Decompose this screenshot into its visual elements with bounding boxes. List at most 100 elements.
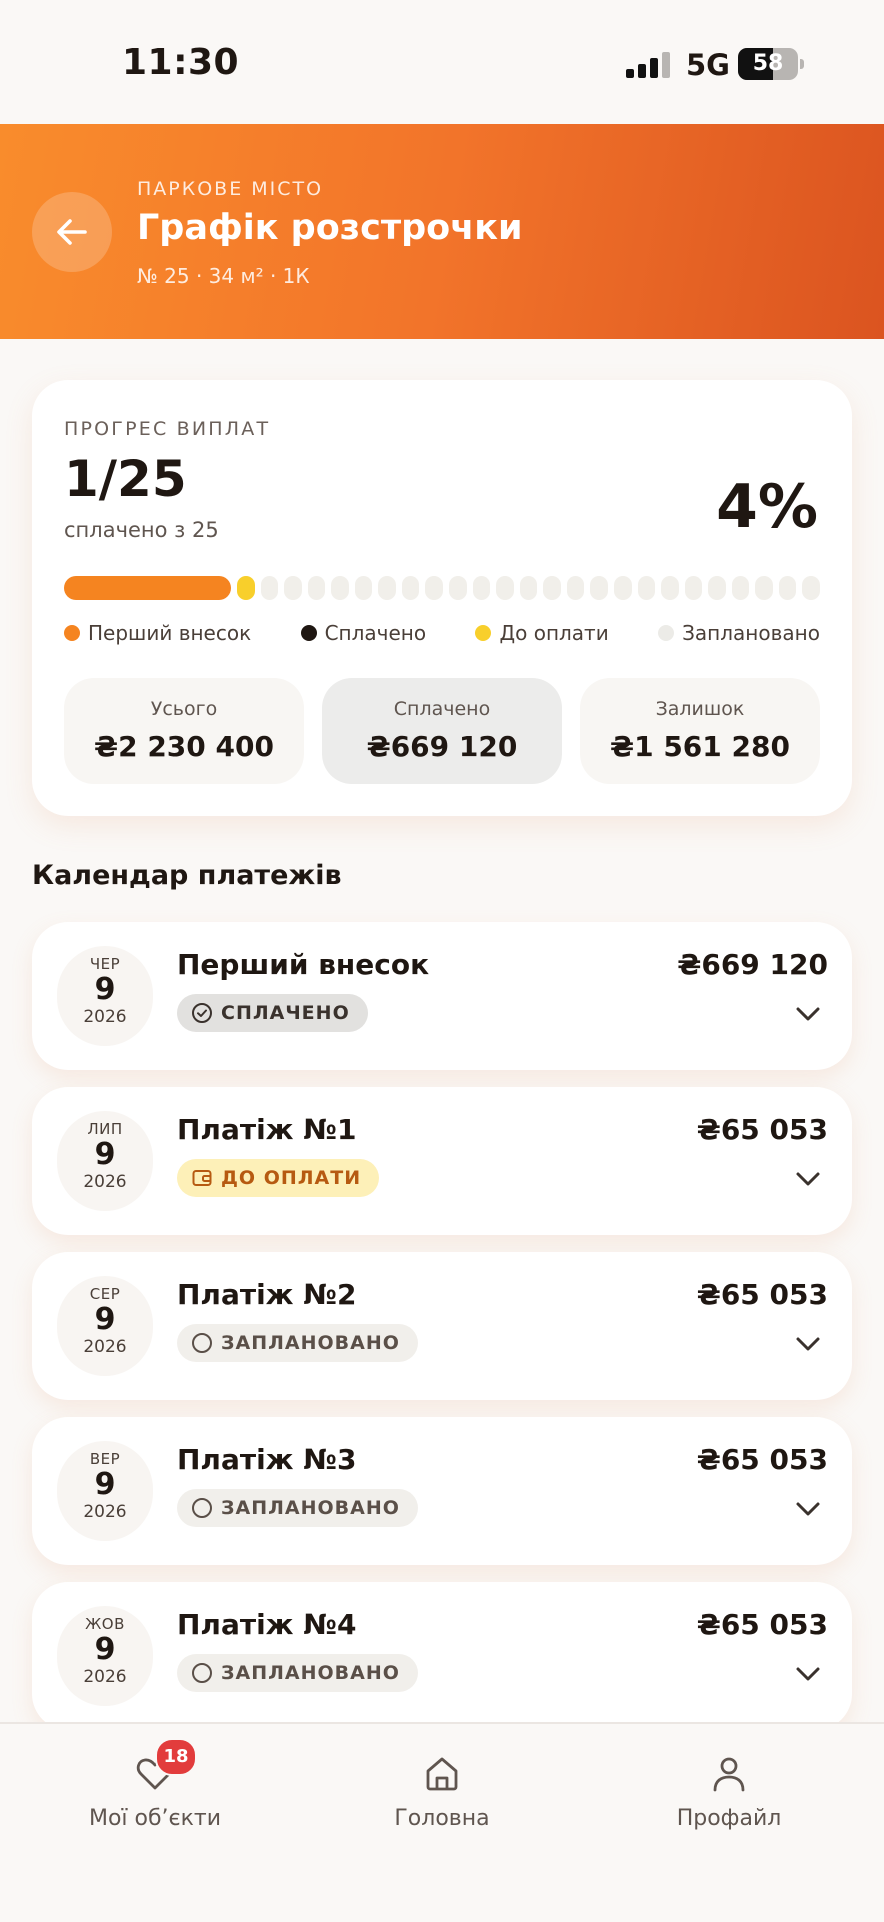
date-badge: ЛИП 9 2026 [57, 1111, 153, 1211]
date-year: 2026 [83, 1667, 127, 1687]
circle-icon [192, 1333, 212, 1353]
legend-paid: Сплачено [300, 621, 426, 645]
stat-value: ₴2 230 400 [94, 730, 274, 763]
bottom-navigation: 18 Мої об’єкти Головна Профайл [0, 1722, 884, 1922]
legend-first-deposit: Перший внесок [64, 621, 251, 645]
segment-planned [684, 576, 703, 600]
payment-row[interactable]: ВЕР 9 2026 Платіж №3 ЗАПЛАНОВАНО ₴65 053 [32, 1417, 852, 1565]
segment-planned [378, 576, 396, 600]
segment-planned [778, 576, 797, 600]
segment-planned [708, 576, 726, 600]
date-day: 9 [94, 1467, 116, 1502]
date-month: ЛИП [87, 1120, 123, 1138]
payment-row[interactable]: ЖОВ 9 2026 Платіж №4 ЗАПЛАНОВАНО ₴65 053 [32, 1582, 852, 1730]
progress-legend: Перший внесок Сплачено До оплати Заплано… [64, 618, 820, 648]
date-day: 9 [94, 1137, 116, 1172]
stat-value: ₴669 120 [366, 730, 518, 763]
home-icon [426, 1757, 458, 1791]
nav-profile[interactable]: Профайл [609, 1754, 849, 1831]
status-bar: 11:30 5G 58 [0, 0, 884, 124]
page-header: ПАРКОВЕ МІСТО Графік розстрочки № 25 · 3… [0, 124, 884, 339]
circle-icon [192, 1663, 212, 1683]
segment-planned [519, 576, 538, 600]
stat-label: Усього [150, 698, 218, 720]
calendar-title: Календар платежів [32, 860, 342, 891]
date-year: 2026 [83, 1172, 127, 1192]
arrow-left-icon [57, 219, 87, 245]
status-badge: ЗАПЛАНОВАНО [177, 1654, 418, 1692]
chevron-down-icon[interactable] [794, 1334, 822, 1354]
stat-value: ₴1 561 280 [610, 730, 790, 763]
date-month: ЧЕР [89, 955, 121, 973]
payment-amount: ₴669 120 [677, 948, 828, 981]
segment-due [237, 576, 255, 600]
status-badge: ЗАПЛАНОВАНО [177, 1324, 418, 1362]
legend-dot [64, 625, 80, 641]
segment-planned [731, 576, 750, 600]
segment-planned [637, 576, 656, 600]
nav-label: Головна [394, 1806, 490, 1831]
legend-label: Перший внесок [88, 621, 252, 645]
payment-amount: ₴65 053 [696, 1608, 828, 1641]
status-text: ЗАПЛАНОВАНО [221, 1662, 400, 1684]
notification-badge: 18 [155, 1738, 197, 1776]
nav-label: Профайл [676, 1806, 782, 1831]
progress-segments [64, 576, 820, 600]
date-year: 2026 [83, 1502, 127, 1522]
progress-percent: 4% [716, 472, 818, 542]
status-badge: СПЛАЧЕНО [177, 994, 368, 1032]
legend-label: Заплановано [682, 621, 820, 645]
stat-total[interactable]: Усього ₴2 230 400 [64, 678, 304, 784]
nav-home[interactable]: Головна [322, 1754, 562, 1831]
segment-planned [449, 576, 467, 600]
payment-title: Платіж №2 [177, 1278, 357, 1311]
segment-planned [590, 576, 608, 600]
project-name: ПАРКОВЕ МІСТО [137, 178, 324, 200]
segment-planned [354, 576, 373, 600]
date-badge: ВЕР 9 2026 [57, 1441, 153, 1541]
nav-my-objects[interactable]: 18 Мої об’єкти [35, 1738, 275, 1831]
legend-label: До оплати [499, 621, 609, 645]
segment-planned [543, 576, 561, 600]
date-year: 2026 [83, 1337, 127, 1357]
progress-of-text: сплачено з 25 [64, 518, 219, 542]
segment-planned [401, 576, 420, 600]
segment-planned [496, 576, 514, 600]
date-badge: ЖОВ 9 2026 [57, 1606, 153, 1706]
status-badge: ДО ОПЛАТИ [177, 1159, 380, 1197]
stat-paid[interactable]: Сплачено ₴669 120 [322, 678, 562, 784]
chevron-down-icon[interactable] [794, 1664, 822, 1684]
chevron-down-icon[interactable] [794, 1169, 822, 1189]
date-day: 9 [94, 972, 116, 1007]
date-year: 2026 [83, 1007, 127, 1027]
payment-progress-card: ПРОГРЕС ВИПЛАТ 1/25 сплачено з 25 4% Пер… [32, 380, 852, 816]
status-text: СПЛАЧЕНО [221, 1002, 350, 1024]
legend-dot [658, 625, 675, 641]
status-text: ЗАПЛАНОВАНО [221, 1497, 400, 1519]
segment-planned [613, 576, 632, 600]
payment-row[interactable]: ЧЕР 9 2026 Перший внесок СПЛАЧЕНО ₴669 1… [32, 922, 852, 1070]
status-text: ДО ОПЛАТИ [221, 1167, 362, 1189]
stat-remaining[interactable]: Залишок ₴1 561 280 [580, 678, 820, 784]
payment-title: Платіж №3 [177, 1443, 357, 1476]
segment-planned [802, 576, 820, 600]
segment-planned [307, 576, 326, 600]
date-badge: СЕР 9 2026 [57, 1276, 153, 1376]
segment-planned [260, 576, 279, 600]
summary-stats: Усього ₴2 230 400 Сплачено ₴669 120 Зали… [64, 678, 820, 784]
payment-row[interactable]: ЛИП 9 2026 Платіж №1 ДО ОПЛАТИ ₴65 053 [32, 1087, 852, 1235]
unit-details: № 25 · 34 м² · 1К [137, 264, 310, 288]
payment-amount: ₴65 053 [696, 1113, 828, 1146]
chevron-down-icon[interactable] [794, 1004, 822, 1024]
chevron-down-icon[interactable] [794, 1499, 822, 1519]
payment-amount: ₴65 053 [696, 1278, 828, 1311]
progress-label: ПРОГРЕС ВИПЛАТ [64, 418, 271, 440]
stat-label: Залишок [655, 698, 745, 720]
date-month: ЖОВ [85, 1615, 125, 1633]
back-button[interactable] [32, 192, 112, 272]
status-time: 11:30 [122, 42, 240, 83]
payment-row[interactable]: СЕР 9 2026 Платіж №2 ЗАПЛАНОВАНО ₴65 053 [32, 1252, 852, 1400]
segment-planned [472, 576, 491, 600]
legend-dot [475, 625, 492, 641]
date-month: СЕР [89, 1285, 121, 1303]
